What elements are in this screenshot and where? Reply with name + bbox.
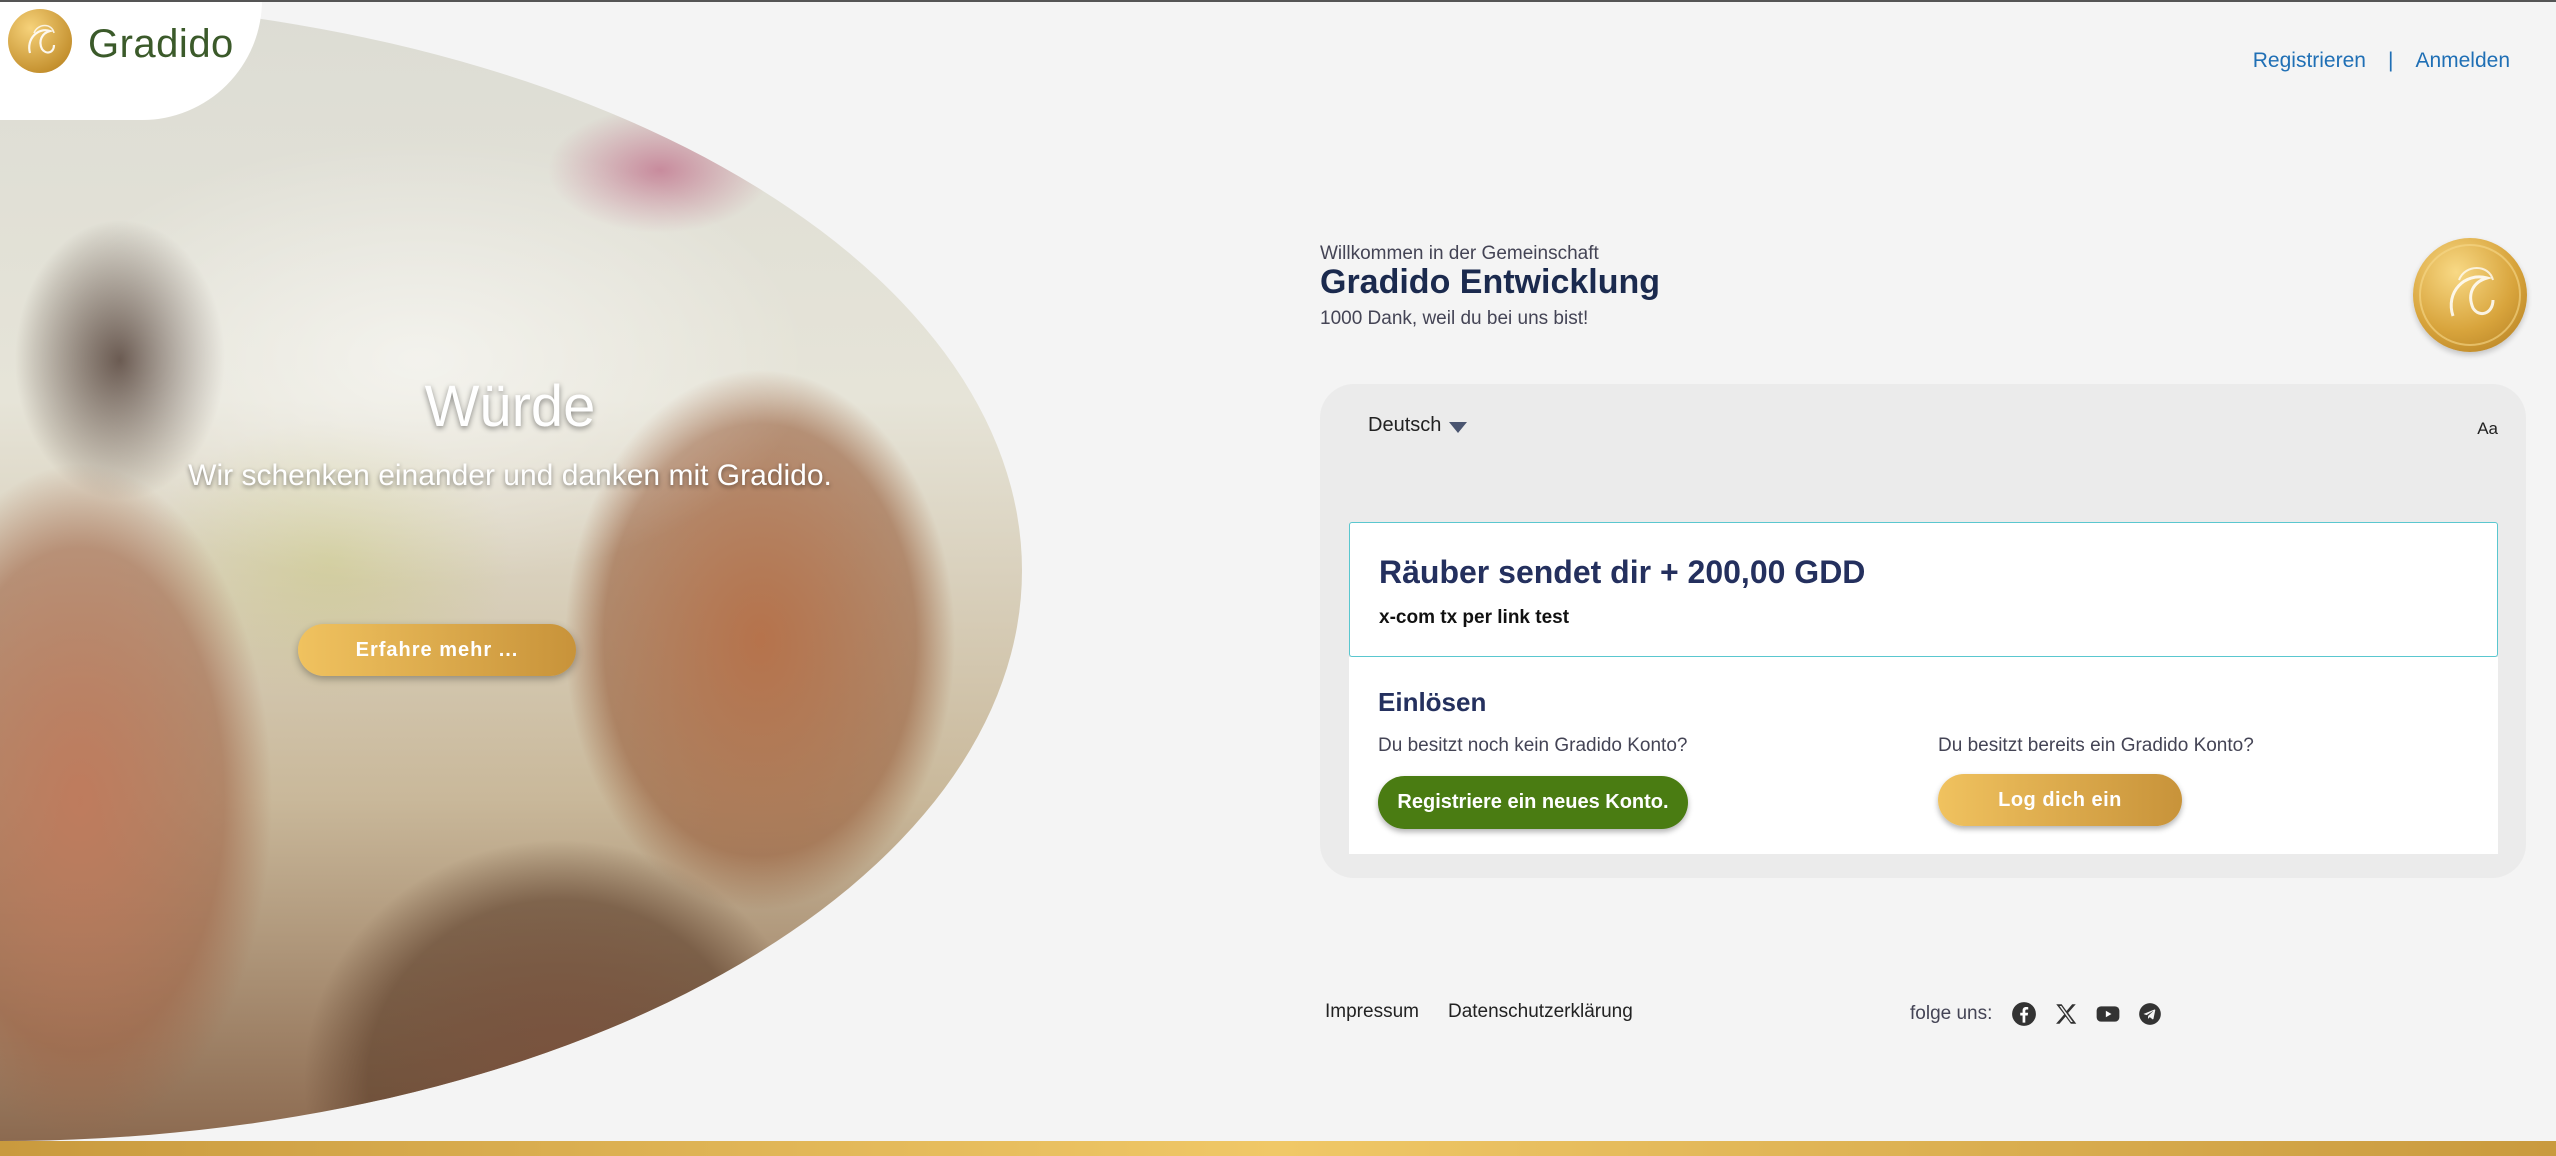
transaction-memo: x-com tx per link test: [1379, 607, 1570, 628]
top-nav: Registrieren | Anmelden: [2253, 49, 2510, 73]
telegram-icon[interactable]: [2136, 1000, 2164, 1028]
hero-section: Würde Wir schenken einander und danken m…: [0, 0, 1022, 1141]
community-name: Gradido Entwicklung: [1320, 263, 1661, 301]
youtube-icon[interactable]: [2094, 1000, 2122, 1028]
gradido-coin-icon: [2413, 238, 2527, 352]
x-icon[interactable]: [2052, 1000, 2080, 1028]
language-label: Deutsch: [1368, 414, 1442, 436]
imprint-link[interactable]: Impressum: [1325, 1001, 1419, 1023]
learn-more-button[interactable]: Erfahre mehr ...: [298, 624, 576, 676]
font-size-toggle[interactable]: Aa: [2477, 419, 2498, 439]
hero-subtitle: Wir schenken einander und danken mit Gra…: [188, 459, 832, 492]
redeem-section: Einlösen Du besitzt noch kein Gradido Ko…: [1349, 657, 2498, 854]
transaction-info: Räuber sendet dir + 200,00 GDD x-com tx …: [1349, 522, 2498, 657]
redeem-card: Deutsch Aa Räuber sendet dir + 200,00 GD…: [1320, 384, 2526, 878]
footer-links: Impressum Datenschutzerklärung: [1325, 1001, 1633, 1023]
logo-text: Gradido: [88, 22, 234, 66]
welcome-intro: Willkommen in der Gemeinschaft: [1320, 243, 1599, 264]
no-account-question: Du besitzt noch kein Gradido Konto?: [1378, 735, 1688, 756]
caret-down-icon: [1449, 422, 1468, 433]
login-button[interactable]: Log dich ein: [1938, 774, 2182, 826]
social-links: folge uns:: [1910, 1000, 2164, 1028]
login-link[interactable]: Anmelden: [2415, 49, 2510, 73]
language-select[interactable]: Deutsch: [1368, 414, 1468, 437]
register-account-button[interactable]: Registriere ein neues Konto.: [1378, 776, 1688, 829]
hero-photo: [0, 0, 1022, 1141]
gradido-logo-icon: [8, 9, 72, 73]
hero-title: Würde: [424, 374, 596, 439]
privacy-link[interactable]: Datenschutzerklärung: [1448, 1001, 1633, 1023]
welcome-thanks: 1000 Dank, weil du bei uns bist!: [1320, 308, 1589, 329]
has-account-question: Du besitzt bereits ein Gradido Konto?: [1938, 735, 2254, 756]
nav-separator: |: [2387, 49, 2394, 72]
follow-label: folge uns:: [1910, 1003, 1993, 1024]
transaction-title: Räuber sendet dir + 200,00 GDD: [1379, 554, 1866, 590]
facebook-icon[interactable]: [2010, 1000, 2038, 1028]
top-border: [0, 0, 2556, 2]
register-link[interactable]: Registrieren: [2253, 49, 2366, 73]
redeem-title: Einlösen: [1378, 687, 1487, 717]
bottom-gold-bar: [0, 1141, 2556, 1156]
